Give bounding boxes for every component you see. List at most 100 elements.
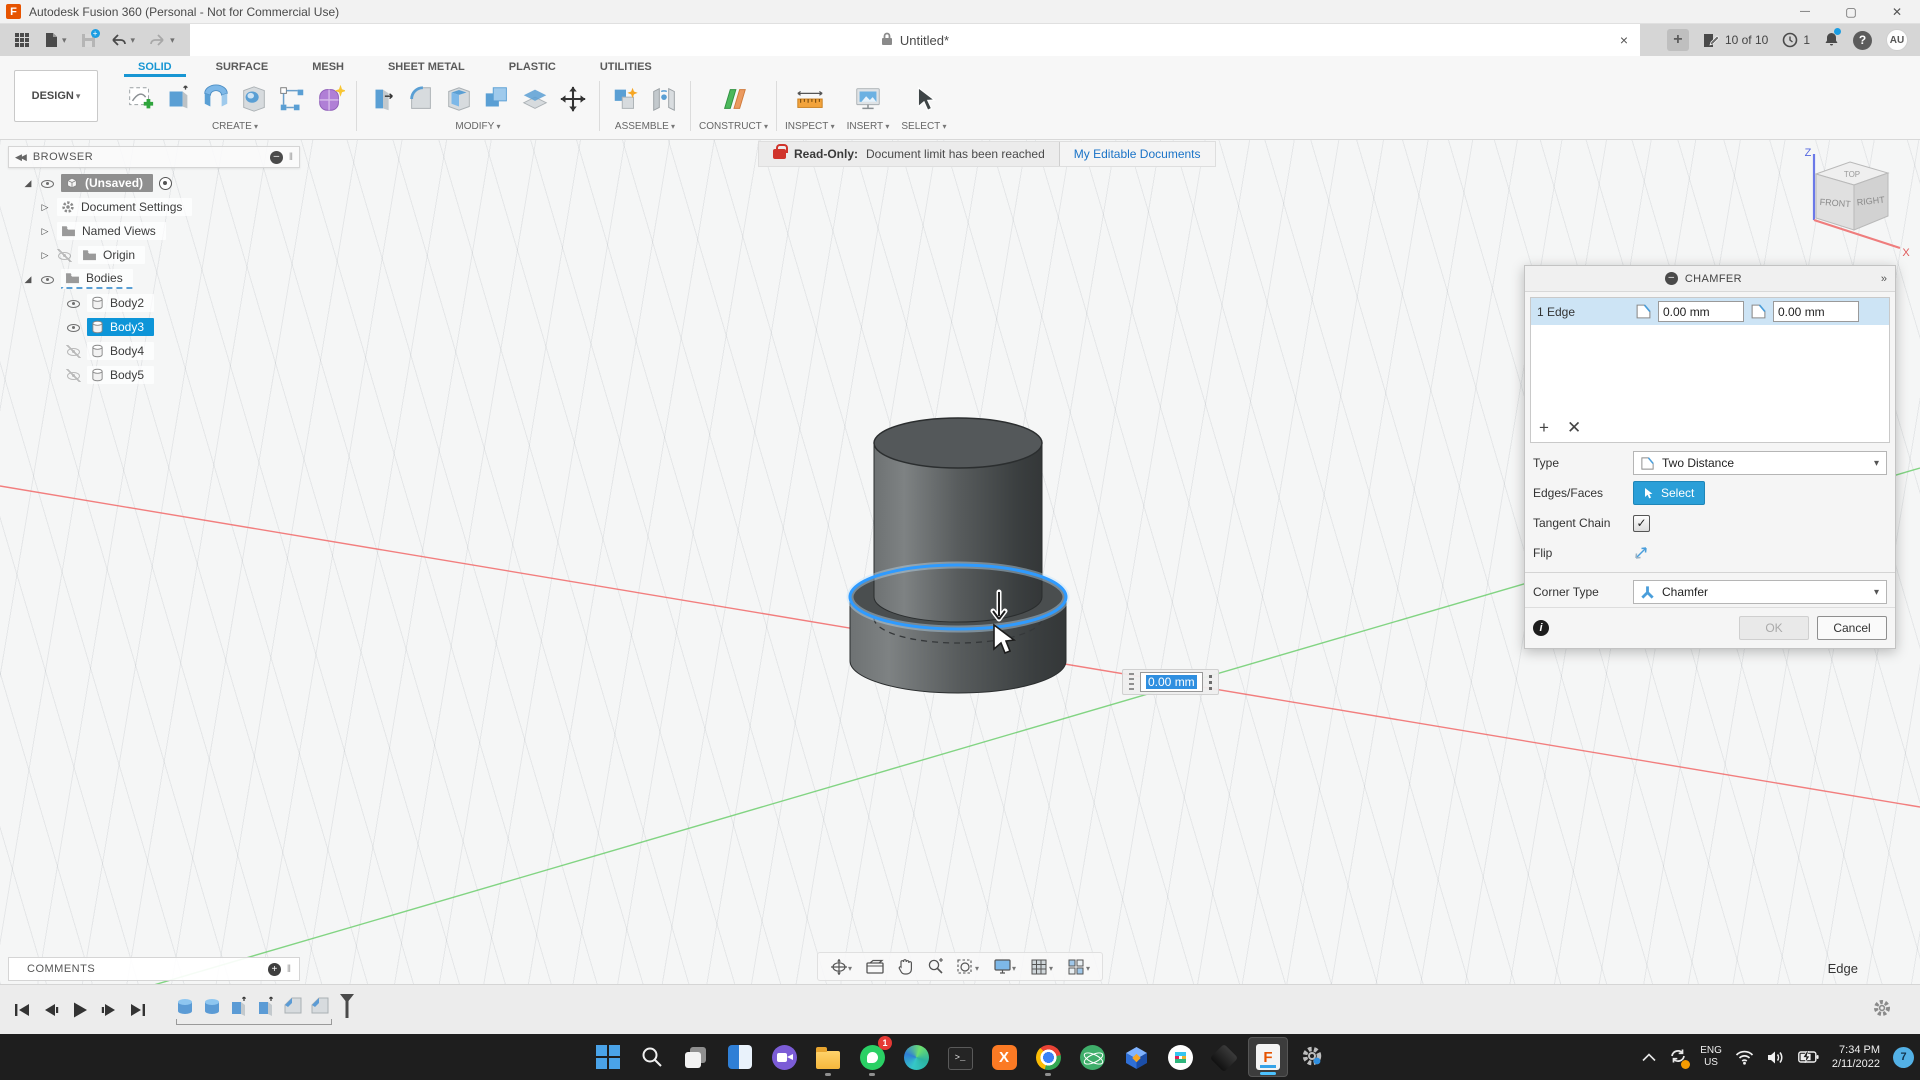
visibility-eye-icon[interactable] — [66, 297, 81, 310]
tree-row-body2[interactable]: Body2 — [8, 293, 300, 313]
new-tab-button[interactable] — [1667, 29, 1689, 51]
notification-count-badge[interactable]: 7 — [1893, 1047, 1914, 1068]
tree-row-origin[interactable]: Origin — [8, 245, 300, 265]
viewcube-top-label[interactable]: TOP — [1844, 170, 1860, 179]
tree-row-body3-selected[interactable]: Body3 — [8, 317, 300, 337]
tab-plastic[interactable]: PLASTIC — [487, 56, 578, 77]
timeline-playhead[interactable] — [336, 995, 358, 1017]
file-menu-icon[interactable] — [44, 32, 67, 48]
task-view-button[interactable] — [676, 1037, 716, 1077]
create-form-icon[interactable] — [312, 80, 348, 118]
file-explorer-button[interactable] — [808, 1037, 848, 1077]
joint-icon[interactable] — [646, 80, 682, 118]
distance2-input[interactable] — [1773, 301, 1859, 322]
construct-plane-icon[interactable] — [716, 80, 752, 118]
editable-documents-count[interactable]: 10 of 10 — [1703, 33, 1768, 48]
timeline-settings-gear-icon[interactable] — [1872, 998, 1892, 1021]
group-label-assemble[interactable]: ASSEMBLE — [615, 121, 675, 136]
expander-icon[interactable] — [39, 202, 51, 213]
visibility-eye-icon[interactable] — [57, 249, 72, 262]
fit-icon[interactable]: ▾ — [951, 955, 985, 979]
visibility-eye-icon[interactable] — [66, 345, 81, 358]
group-label-create[interactable]: CREATE — [212, 121, 258, 136]
chamfer-dialog-header[interactable]: CHAMFER — [1525, 266, 1895, 292]
skip-to-end-icon[interactable] — [128, 1000, 148, 1020]
combine-icon[interactable] — [479, 80, 515, 118]
save-icon[interactable]: + — [81, 33, 96, 48]
comments-grip[interactable] — [287, 964, 291, 975]
step-forward-icon[interactable] — [99, 1000, 119, 1020]
tree-row-body5[interactable]: Body5 — [8, 365, 300, 385]
cube-app-button[interactable] — [1116, 1037, 1156, 1077]
info-icon[interactable] — [1533, 620, 1549, 636]
dimension-input[interactable]: 0.00 mm — [1140, 672, 1203, 692]
search-button[interactable] — [632, 1037, 672, 1077]
group-label-insert[interactable]: INSERT — [847, 121, 890, 136]
timeline-chamfer-feature-icon[interactable] — [309, 995, 331, 1017]
wifi-icon[interactable] — [1735, 1050, 1754, 1065]
terminal-button[interactable] — [940, 1037, 980, 1077]
timeline-cylinder-feature-icon[interactable] — [174, 995, 196, 1017]
document-tab[interactable]: Untitled* × — [190, 24, 1640, 56]
timeline-chamfer-feature-icon[interactable] — [282, 995, 304, 1017]
meet-app-button[interactable] — [764, 1037, 804, 1077]
fusion-360-taskbar-button[interactable] — [1248, 1037, 1288, 1077]
expander-icon[interactable] — [22, 274, 34, 285]
notifications-bell[interactable] — [1824, 31, 1839, 50]
remove-edge-set-button[interactable]: ✕ — [1567, 419, 1581, 436]
visibility-eye-icon[interactable] — [66, 369, 81, 382]
collapse-panel-icon[interactable]: ◀◀ — [15, 152, 25, 163]
battery-icon[interactable] — [1798, 1051, 1819, 1063]
tab-surface[interactable]: SURFACE — [194, 56, 291, 77]
clock[interactable]: 7:34 PM 2/11/2022 — [1832, 1043, 1880, 1072]
group-label-select[interactable]: SELECT — [901, 121, 946, 136]
avatar[interactable]: AU — [1886, 29, 1908, 51]
group-label-construct[interactable]: CONSTRUCT — [699, 121, 768, 136]
measure-icon[interactable] — [792, 80, 828, 118]
add-edge-set-button[interactable]: + — [1539, 419, 1549, 436]
maximize-button[interactable] — [1828, 0, 1874, 23]
tab-close-icon[interactable]: × — [1620, 32, 1628, 48]
view-cube[interactable]: TOP FRONT RIGHT Z X — [1805, 147, 1911, 259]
visibility-eye-icon[interactable] — [40, 177, 55, 190]
onedrive-sync-icon[interactable] — [1669, 1048, 1687, 1067]
tree-row-named-views[interactable]: Named Views — [8, 221, 300, 241]
edge-browser-button[interactable] — [896, 1037, 936, 1077]
visibility-eye-icon[interactable] — [40, 273, 55, 286]
expander-icon[interactable] — [22, 178, 34, 189]
tab-mesh[interactable]: MESH — [290, 56, 366, 77]
tab-utilities[interactable]: UTILITIES — [578, 56, 674, 77]
extrude-icon[interactable] — [160, 80, 196, 118]
widgets-button[interactable] — [720, 1037, 760, 1077]
group-label-inspect[interactable]: INSPECT — [785, 121, 835, 136]
play-icon[interactable] — [70, 1000, 90, 1020]
timeline-cylinder-feature-icon[interactable] — [201, 995, 223, 1017]
chrome-button[interactable] — [1028, 1037, 1068, 1077]
tree-row-document-settings[interactable]: Document Settings — [8, 197, 300, 217]
flip-icon[interactable] — [1633, 545, 1649, 561]
offset-face-icon[interactable] — [517, 80, 553, 118]
corner-type-dropdown[interactable]: Chamfer — [1633, 580, 1887, 604]
distance1-input[interactable] — [1658, 301, 1744, 322]
select-button[interactable]: Select — [1633, 481, 1705, 505]
move-icon[interactable] — [555, 80, 591, 118]
close-button[interactable] — [1874, 0, 1920, 23]
xampp-button[interactable] — [984, 1037, 1024, 1077]
dimension-input-widget[interactable]: 0.00 mm — [1122, 669, 1219, 695]
minimize-button[interactable] — [1782, 0, 1828, 23]
comments-bar[interactable]: COMMENTS — [8, 957, 300, 981]
select-tool-icon[interactable] — [906, 80, 942, 118]
fillet-icon[interactable] — [403, 80, 439, 118]
insert-canvas-icon[interactable] — [850, 80, 886, 118]
viewport[interactable]: TOP FRONT RIGHT Z X Read-Only: Document … — [0, 140, 1920, 984]
tree-row-bodies[interactable]: Bodies — [8, 269, 300, 289]
group-label-modify[interactable]: MODIFY — [455, 121, 500, 136]
browser-header[interactable]: ◀◀ BROWSER — [8, 146, 300, 168]
type-dropdown[interactable]: Two Distance — [1633, 451, 1887, 475]
orbit-icon[interactable]: ▾ — [824, 955, 858, 979]
viewports-icon[interactable]: ▾ — [1062, 955, 1096, 979]
more-options-icon[interactable] — [1209, 675, 1212, 690]
new-component-icon[interactable] — [608, 80, 644, 118]
tab-sheet-metal[interactable]: SHEET METAL — [366, 56, 487, 77]
highlighted-edge[interactable] — [850, 565, 1066, 629]
